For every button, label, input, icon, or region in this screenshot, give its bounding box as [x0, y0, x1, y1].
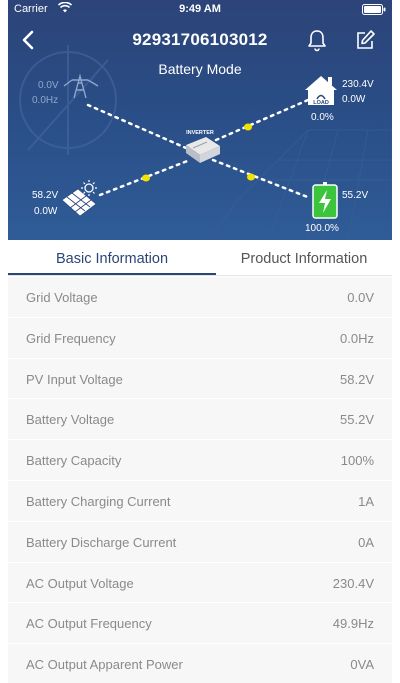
- row-label: Battery Voltage: [26, 412, 115, 428]
- list-item: PV Input Voltage 58.2V: [8, 358, 392, 400]
- battery-icon: [312, 182, 338, 219]
- row-value: 58.2V: [340, 371, 374, 387]
- row-label: Battery Discharge Current: [26, 534, 177, 550]
- list-item: AC Output Frequency 49.9Hz: [8, 603, 392, 645]
- tab-product-information[interactable]: Product Information: [216, 240, 392, 276]
- row-value: 49.9Hz: [332, 616, 374, 632]
- row-value: 1A: [358, 493, 374, 509]
- row-label: Battery Capacity: [26, 453, 122, 469]
- solar-panel-icon: [61, 180, 97, 217]
- list-item: Grid Voltage 0.0V: [8, 277, 392, 318]
- info-tabs: Basic Information Product Information: [8, 240, 392, 276]
- inverter-label: INVERTER: [186, 130, 214, 136]
- pv-voltage-readout: 58.2V: [32, 190, 59, 201]
- list-item: Battery Voltage 55.2V: [8, 399, 392, 441]
- list-item: AC Output Apparent Power 0VA: [8, 644, 392, 683]
- row-value: 0.0V: [347, 290, 374, 305]
- list-item: Battery Capacity 100%: [8, 440, 392, 481]
- load-power-readout: 0.0W: [342, 94, 366, 105]
- load-percent-readout: 0.0%: [311, 112, 334, 123]
- row-label: AC Output Frequency: [26, 616, 152, 632]
- row-value: 55.2V: [340, 412, 374, 428]
- row-value: 0A: [358, 534, 374, 550]
- row-value: 100%: [340, 453, 374, 469]
- list-item: Grid Frequency 0.0Hz: [8, 317, 392, 359]
- list-item: Battery Discharge Current 0A: [8, 521, 392, 563]
- active-tab-indicator: [8, 273, 216, 275]
- row-label: Grid Voltage: [26, 290, 98, 305]
- basic-info-list: Grid Voltage 0.0V Grid Frequency 0.0Hz PV …: [8, 277, 392, 683]
- list-item: AC Output Voltage 230.4V: [8, 562, 392, 604]
- row-label: Grid Frequency: [26, 330, 116, 346]
- app-screen: Carrier 9:49 AM 92931706103012 Battery M…: [8, 0, 392, 683]
- row-value: 0.0Hz: [340, 330, 374, 346]
- battery-percent-readout: 100.0%: [305, 223, 339, 234]
- row-label: Battery Charging Current: [26, 493, 171, 509]
- energy-flow-panel: Carrier 9:49 AM 92931706103012 Battery M…: [8, 0, 392, 240]
- row-value: 230.4V: [332, 575, 374, 591]
- row-value: 0VA: [350, 657, 374, 673]
- grid-voltage-readout: 0.0V: [38, 80, 59, 91]
- pv-power-readout: 0.0W: [34, 206, 58, 217]
- row-label: AC Output Apparent Power: [26, 657, 183, 673]
- load-icon-text: LOAD: [313, 100, 329, 106]
- energy-flow-diagram: LOAD INVERTER: [61, 73, 338, 219]
- grid-tower-icon: [63, 73, 99, 99]
- tab-basic-information[interactable]: Basic Information: [8, 240, 216, 276]
- list-item: Battery Charging Current 1A: [8, 480, 392, 522]
- battery-voltage-readout: 55.2V: [342, 190, 369, 201]
- row-label: AC Output Voltage: [26, 575, 134, 591]
- grid-frequency-readout: 0.0Hz: [32, 95, 59, 106]
- row-label: PV Input Voltage: [26, 371, 123, 387]
- load-voltage-readout: 230.4V: [342, 79, 374, 90]
- inverter-icon: [186, 137, 220, 163]
